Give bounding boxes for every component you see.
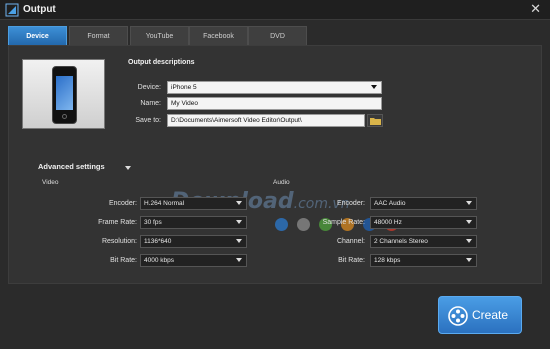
resolution-label: Resolution:	[101, 238, 137, 245]
settings-panel: Output descriptions Device: iPhone 5 Nam…	[8, 45, 542, 284]
watermark-dot	[275, 218, 288, 231]
device-preview	[22, 59, 105, 129]
close-icon[interactable]: ✕	[530, 1, 541, 17]
name-label: Name:	[140, 100, 161, 107]
sample-rate-label: Sample Rate:	[322, 219, 365, 226]
video-encoder-label: Encoder:	[108, 200, 137, 207]
tab-format[interactable]: Format	[69, 26, 128, 45]
audio-bitrate-label: Bit Rate:	[338, 257, 365, 264]
chevron-down-icon	[236, 258, 242, 262]
audio-section-label: Audio	[273, 179, 290, 186]
tab-dvd[interactable]: DVD	[248, 26, 307, 45]
audio-encoder-select[interactable]: AAC Audio	[370, 197, 477, 210]
device-select[interactable]: iPhone 5	[167, 81, 382, 94]
frame-rate-label: Frame Rate:	[98, 219, 137, 226]
chevron-down-icon[interactable]	[125, 166, 131, 170]
chevron-down-icon	[236, 201, 242, 205]
channel-select[interactable]: 2 Channels Stereo	[370, 235, 477, 248]
video-encoder-select[interactable]: H.264 Normal	[140, 197, 247, 210]
create-button-label: Create	[472, 308, 509, 322]
chevron-down-icon	[236, 220, 242, 224]
chevron-down-icon	[466, 220, 472, 224]
channel-label: Channel:	[336, 238, 365, 245]
chevron-down-icon	[466, 258, 472, 262]
name-input[interactable]: My Video	[167, 97, 382, 110]
app-icon	[5, 3, 19, 17]
sample-rate-select[interactable]: 48000 Hz	[370, 216, 477, 229]
tab-device[interactable]: Device	[8, 26, 67, 45]
chevron-down-icon	[466, 201, 472, 205]
chevron-down-icon	[466, 239, 472, 243]
resolution-select[interactable]: 1136*640	[140, 235, 247, 248]
video-bitrate-label: Bit Rate:	[110, 257, 137, 264]
create-button[interactable]: Create	[438, 296, 522, 334]
saveto-input[interactable]: D:\Documents\Aimersoft Video Editor\Outp…	[167, 114, 365, 127]
video-bitrate-select[interactable]: 4000 kbps	[140, 254, 247, 267]
video-section-label: Video	[42, 179, 59, 186]
chevron-down-icon	[236, 239, 242, 243]
audio-bitrate-select[interactable]: 128 kbps	[370, 254, 477, 267]
phone-icon	[52, 66, 77, 124]
frame-rate-select[interactable]: 30 fps	[140, 216, 247, 229]
advanced-settings-toggle[interactable]: Advanced settings	[38, 162, 105, 171]
folder-icon	[370, 118, 381, 125]
browse-folder-button[interactable]	[367, 114, 383, 127]
film-reel-icon	[448, 306, 468, 326]
device-label: Device:	[137, 84, 161, 91]
audio-encoder-label: Encoder:	[336, 200, 365, 207]
chevron-down-icon	[371, 85, 377, 89]
tab-youtube[interactable]: YouTube	[130, 26, 189, 45]
output-descriptions-title: Output descriptions	[128, 59, 195, 66]
tab-facebook[interactable]: Facebook	[189, 26, 248, 45]
window-title: Output	[23, 4, 56, 15]
saveto-label: Save to:	[135, 117, 161, 124]
title-bar: Output ✕	[0, 0, 550, 20]
